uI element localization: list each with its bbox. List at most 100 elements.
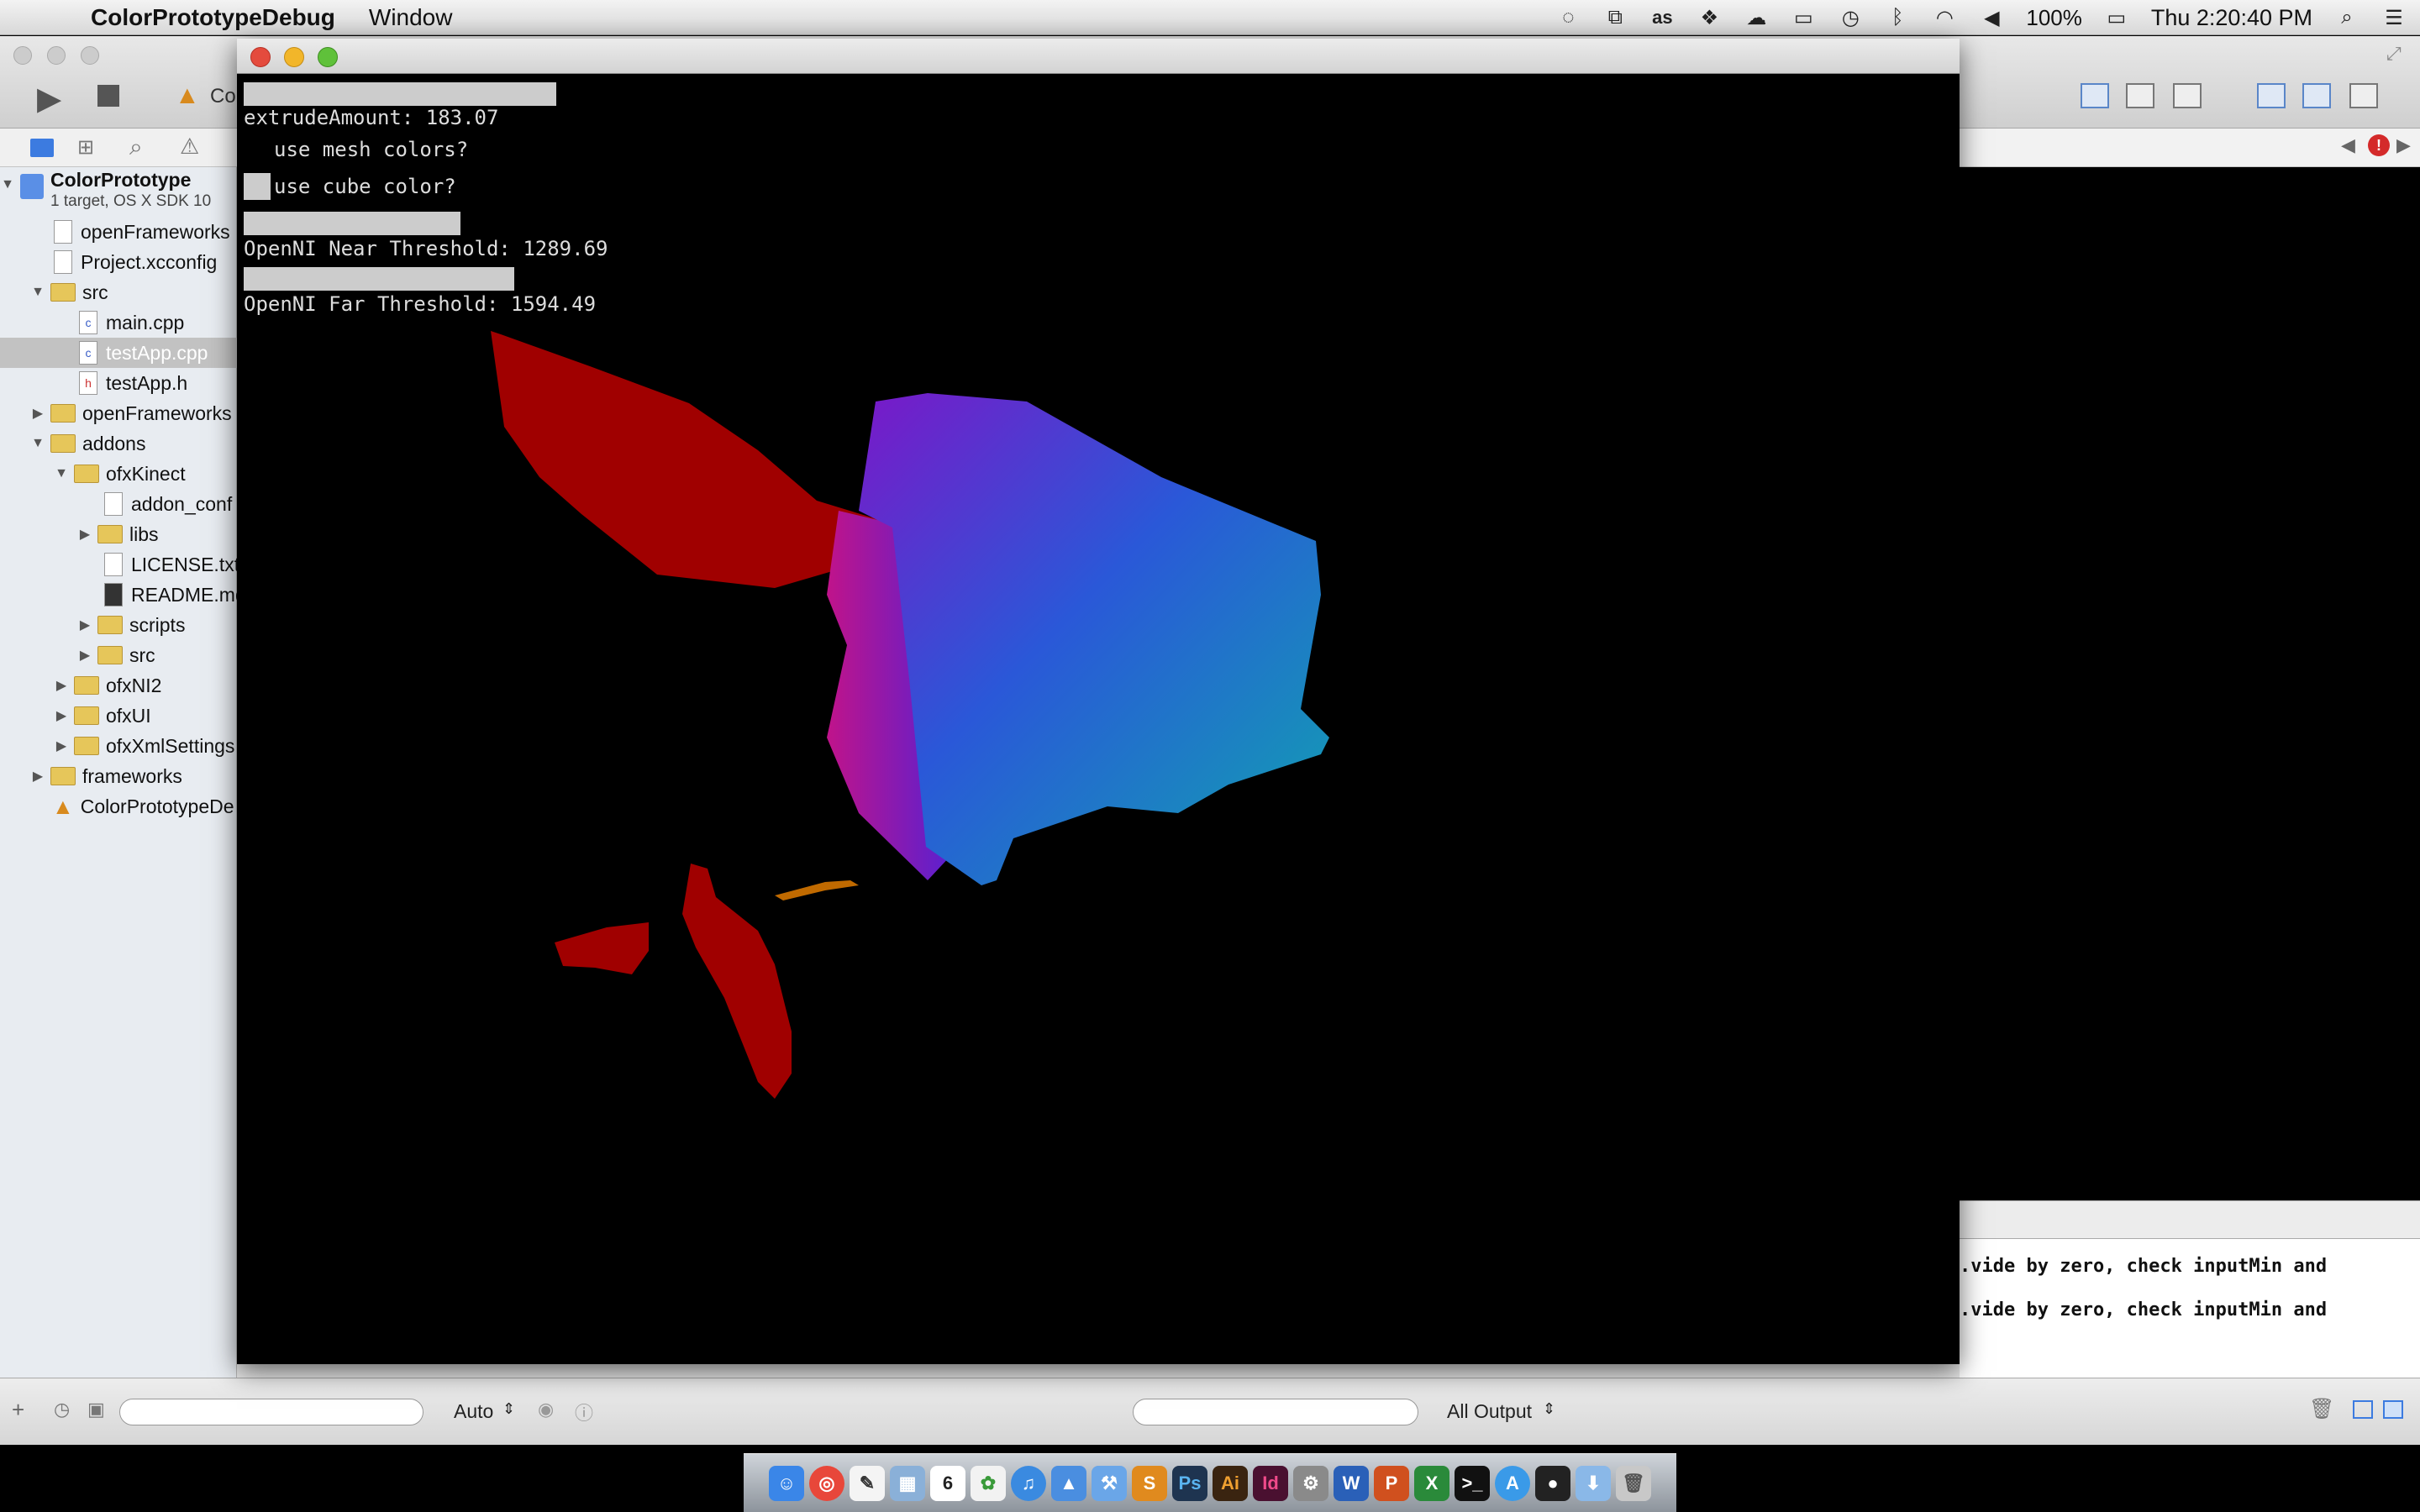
list-item[interactable]: ▶ frameworks [30,761,237,791]
disclosure-icon[interactable]: ▶ [30,405,45,422]
trash-icon[interactable]: 🗑 [2309,1397,2334,1421]
scheme-label[interactable]: Co [210,85,236,108]
disclosure-icon[interactable]: ▶ [54,677,69,694]
project-root[interactable]: ▼ ColorPrototype 1 target, OS X SDK 10 [0,169,237,216]
quick-look-icon[interactable]: ◉ [538,1399,554,1420]
symbol-navigator-icon[interactable]: ⊞ [77,135,94,160]
show-debug-area-icon[interactable] [2302,83,2331,108]
terminal-icon[interactable]: >_ [1455,1465,1490,1501]
list-item[interactable]: ▶ scripts [77,610,237,640]
window-menu[interactable]: Window [369,4,453,31]
minimize-button[interactable] [284,47,304,67]
close-dot-gray[interactable] [13,46,32,65]
stop-icon[interactable] [97,85,119,107]
disclosure-icon[interactable]: ▶ [77,526,92,543]
next-issue-icon[interactable]: ▶ [2396,134,2411,156]
split-left-icon[interactable] [2353,1400,2373,1419]
disclosure-icon[interactable]: ▼ [30,436,45,451]
point-cloud-scene[interactable] [237,74,1960,1364]
list-item[interactable]: ▼ ofxKinect [54,459,237,489]
photoshop-icon[interactable]: Ps [1172,1465,1207,1501]
screen-share-icon[interactable]: ⧉ [1602,5,1628,30]
add-icon[interactable]: + [12,1397,24,1423]
error-icon[interactable]: ! [2368,134,2390,156]
app-menu[interactable]: ColorPrototypeDebug [91,4,335,31]
project-navigator-icon[interactable] [30,139,54,157]
list-item[interactable]: ▶ openFrameworks [30,398,237,428]
disclosure-icon[interactable]: ▶ [77,647,92,664]
itunes-icon[interactable]: ♫ [1011,1465,1046,1501]
list-item[interactable]: LICENSE.txt [104,549,237,580]
list-item[interactable]: openFrameworks [54,217,237,247]
issue-navigator-icon[interactable]: ⚠ [180,134,199,160]
scm-filter-icon[interactable]: ▣ [87,1399,105,1420]
xcode-icon[interactable]: ⚒ [1092,1465,1127,1501]
close-button[interactable] [250,47,271,67]
output-popup[interactable]: All Output [1447,1400,1532,1423]
disclosure-icon[interactable]: ▶ [30,768,45,785]
disclosure-icon[interactable]: ▼ [54,466,69,481]
notification-center-icon[interactable]: ☰ [2381,5,2407,30]
creative-cloud-icon[interactable]: ☁ [1744,5,1769,30]
disclosure-icon[interactable]: ▶ [54,707,69,724]
illustrator-icon[interactable]: Ai [1213,1465,1248,1501]
excel-icon[interactable]: X [1414,1465,1449,1501]
bluetooth-icon[interactable]: ᛒ [1885,5,1910,30]
variables-filter-field[interactable] [1133,1399,1418,1425]
battery-icon[interactable]: ▭ [2104,5,2129,30]
list-item[interactable]: ▶ libs [77,519,237,549]
lastfm-icon[interactable]: as [1649,5,1675,30]
camera-app-icon[interactable]: ● [1535,1465,1570,1501]
list-item[interactable]: c main.cpp [79,307,237,338]
find-navigator-icon[interactable]: ⌕ [129,134,143,161]
clock[interactable]: Thu 2:20:40 PM [2151,5,2312,31]
list-item[interactable]: ▼ addons [30,428,237,459]
list-item[interactable]: addon_conf [104,489,237,519]
textedit-icon[interactable]: ✎ [850,1465,885,1501]
disclosure-icon[interactable]: ▶ [54,738,69,754]
dropbox-icon[interactable]: ❖ [1697,5,1722,30]
list-item[interactable]: ▲ ColorPrototypeDe [52,791,237,822]
photos-icon[interactable]: ✿ [971,1465,1006,1501]
disclosure-icon[interactable]: ▼ [30,285,45,300]
system-preferences-icon[interactable]: ⚙ [1293,1465,1328,1501]
editor-assistant-icon[interactable] [2126,83,2154,108]
list-item[interactable]: ▶ ofxNI2 [54,670,237,701]
zoom-dot-gray[interactable] [81,46,99,65]
airplay-icon[interactable]: ▭ [1791,5,1816,30]
finder-icon[interactable]: ☺ [769,1465,804,1501]
minimize-dot-gray[interactable] [47,46,66,65]
list-item[interactable]: Project.xcconfig [54,247,237,277]
powerpoint-icon[interactable]: P [1374,1465,1409,1501]
wifi-icon[interactable]: ◠ [1932,5,1957,30]
show-navigator-icon[interactable] [2257,83,2286,108]
indesign-icon[interactable]: Id [1253,1465,1288,1501]
sync-icon[interactable]: ◌ [1555,5,1581,30]
split-right-icon[interactable] [2383,1400,2403,1419]
list-item[interactable]: ▶ ofxUI [54,701,237,731]
calendar-icon[interactable]: 6 [930,1465,965,1501]
list-item[interactable]: README.md [104,580,237,610]
trash-dock-icon[interactable]: 🗑 [1616,1465,1651,1501]
list-item-selected[interactable]: c testApp.cpp [0,338,237,368]
run-icon[interactable]: ▶ [37,80,61,118]
downloads-folder-icon[interactable]: ⬇ [1576,1465,1611,1501]
fullscreen-icon[interactable]: ⤢ [2386,43,2402,65]
sublime-icon[interactable]: S [1132,1465,1167,1501]
info-icon[interactable]: ⓘ [575,1399,593,1425]
previous-issue-icon[interactable]: ◀ [2341,134,2355,156]
preview-icon[interactable]: ▦ [890,1465,925,1501]
scheme-icon[interactable]: ▲ [175,81,200,110]
word-icon[interactable]: W [1334,1465,1369,1501]
show-utilities-icon[interactable] [2349,83,2378,108]
list-item[interactable]: ▶ ofxXmlSettings [54,731,237,761]
chrome-icon[interactable]: ◎ [809,1465,844,1501]
list-item[interactable]: ▶ src [77,640,237,670]
disclosure-icon[interactable]: ▶ [77,617,92,633]
time-machine-icon[interactable]: ◷ [1838,5,1863,30]
zoom-button[interactable] [318,47,338,67]
app-store-icon[interactable]: A [1495,1465,1530,1501]
list-item[interactable]: ▼ src [30,277,237,307]
spotlight-search-icon[interactable]: ⌕ [2334,5,2360,30]
list-item[interactable]: h testApp.h [79,368,237,398]
